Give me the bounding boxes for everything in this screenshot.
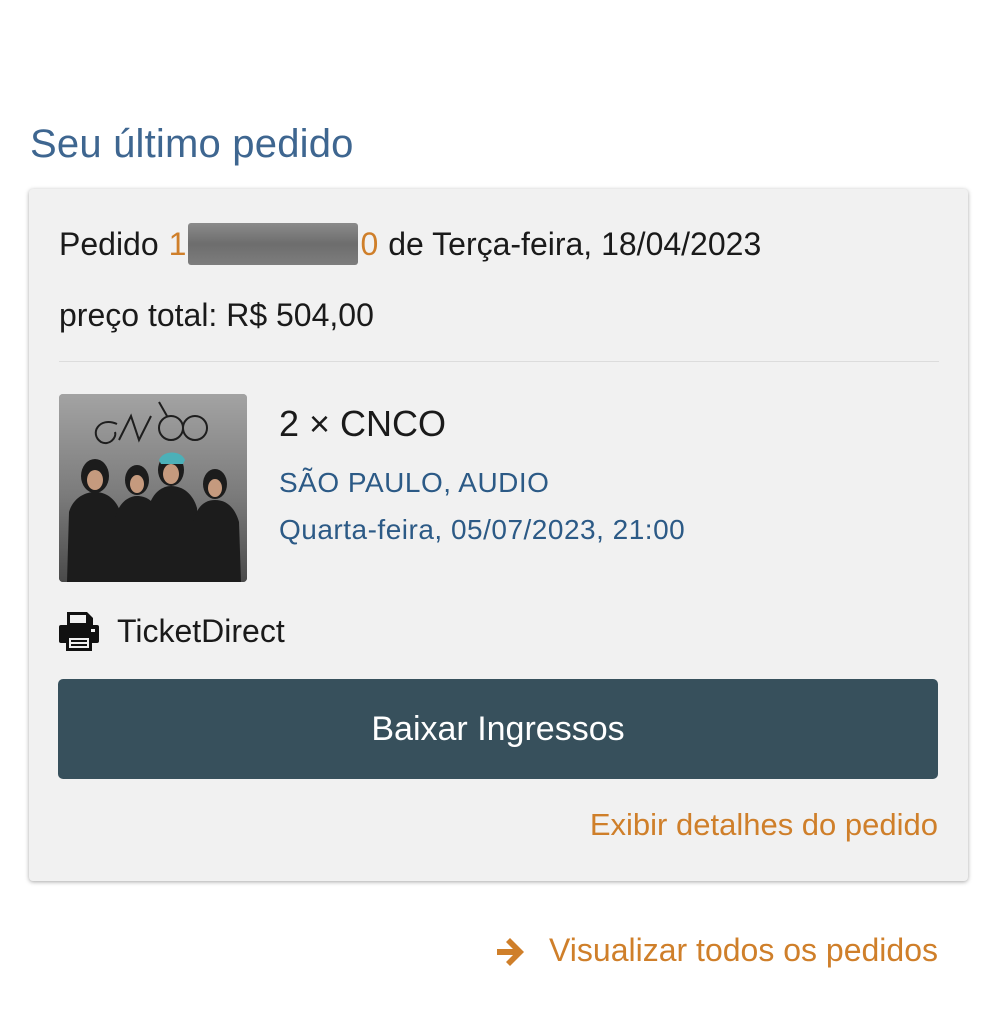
- printer-icon: [57, 609, 101, 653]
- redacted-order-number: [188, 223, 359, 265]
- order-date: de Terça-feira, 18/04/2023: [388, 225, 762, 262]
- order-number-end: 0: [360, 225, 379, 262]
- last-order-card: Pedido 1 0 de Terça-feira, 18/04/2023 pr…: [29, 189, 968, 881]
- download-tickets-button[interactable]: Baixar Ingressos: [58, 679, 938, 779]
- delivery-method: TicketDirect: [57, 609, 285, 653]
- event-image[interactable]: [59, 394, 247, 582]
- item-venue: SÃO PAULO, AUDIO: [279, 467, 550, 498]
- item-datetime: Quarta-feira, 05/07/2023, 21:00: [279, 514, 686, 545]
- order-total: preço total: R$ 504,00: [59, 297, 374, 333]
- item-title[interactable]: 2 × CNCO: [279, 403, 446, 445]
- order-prefix: Pedido: [59, 225, 159, 262]
- section-title: Seu último pedido: [30, 122, 354, 166]
- delivery-label: TicketDirect: [117, 612, 285, 649]
- order-details-link[interactable]: Exibir detalhes do pedido: [590, 807, 938, 843]
- divider: [59, 361, 939, 362]
- page: Seu último pedido Pedido 1 0 de Terça-fe…: [0, 0, 996, 1024]
- arrow-right-icon: [495, 937, 525, 966]
- order-number-start: 1: [168, 225, 187, 262]
- order-line: Pedido 1 0 de Terça-feira, 18/04/2023: [59, 223, 761, 265]
- view-all-orders-label: Visualizar todos os pedidos: [549, 932, 938, 968]
- cnco-band-photo-icon: [59, 394, 247, 582]
- view-all-orders-link[interactable]: Visualizar todos os pedidos: [495, 932, 938, 969]
